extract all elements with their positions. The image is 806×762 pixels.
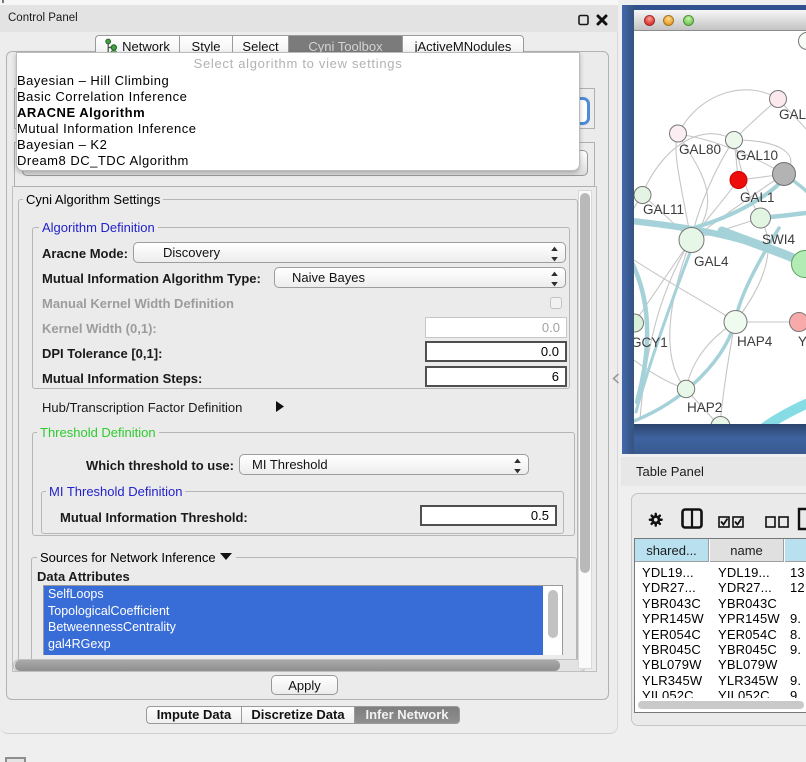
svg-text:GAL11: GAL11 (643, 202, 684, 217)
svg-text:GCY1: GCY1 (634, 335, 668, 350)
svg-text:GAL80: GAL80 (679, 142, 721, 157)
svg-text:GAL10: GAL10 (736, 148, 778, 163)
svg-text:HAP4: HAP4 (737, 334, 773, 349)
svg-text:HAP2: HAP2 (687, 400, 722, 415)
svg-text:GAL4: GAL4 (694, 254, 729, 269)
svg-text:GAL7: GAL7 (779, 107, 806, 122)
svg-text:YJ: YJ (798, 334, 806, 349)
svg-text:SWI4: SWI4 (762, 232, 795, 247)
svg-text:GAL1: GAL1 (740, 190, 775, 205)
